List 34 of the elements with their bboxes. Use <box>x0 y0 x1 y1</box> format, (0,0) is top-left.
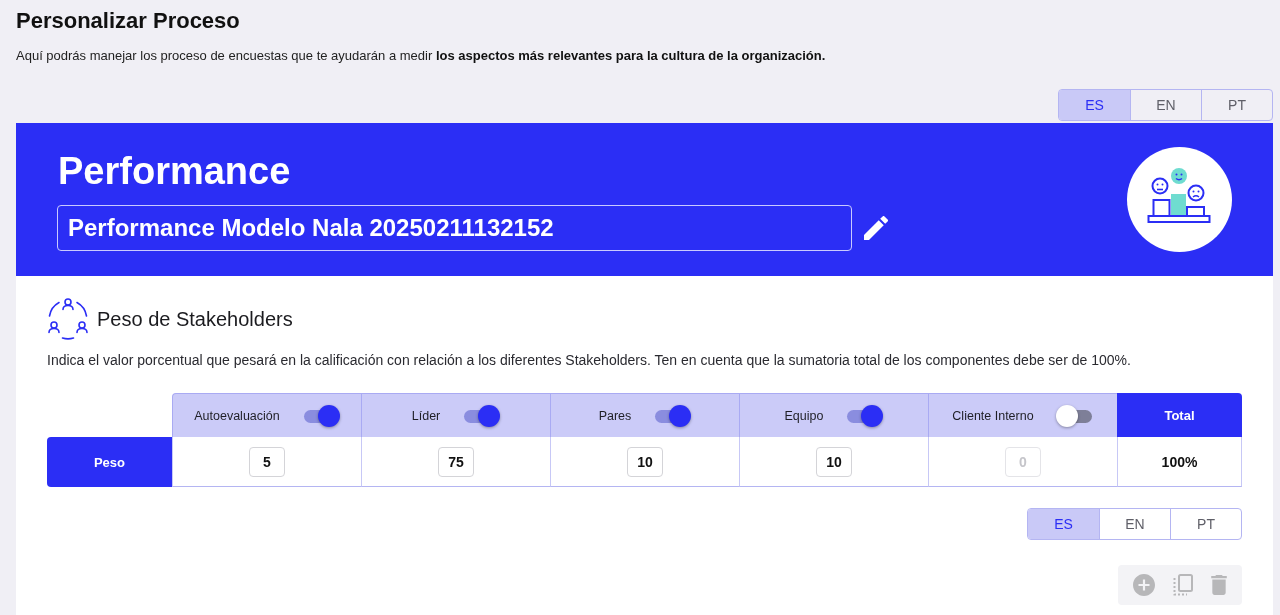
edit-button[interactable] <box>864 215 888 240</box>
toggle-switch[interactable] <box>653 404 692 427</box>
people-circle-icon <box>47 297 89 340</box>
toggle-switch[interactable] <box>1055 404 1094 427</box>
column-label: Cliente Interno <box>952 408 1034 423</box>
column-label: Equipo <box>784 408 824 423</box>
toggle-switch[interactable] <box>845 404 884 427</box>
column-label: Autoevaluación <box>194 408 280 423</box>
language-tab[interactable]: PT <box>1170 509 1241 539</box>
weight-field[interactable]: 10 <box>816 446 852 477</box>
toggle-switch[interactable] <box>462 404 501 427</box>
trash-icon <box>1211 575 1227 595</box>
column-label: Pares <box>598 408 632 423</box>
weight-field[interactable]: 5 <box>249 446 285 477</box>
process-name-field[interactable]: Performance Modelo Nala 20250211132152 <box>57 204 852 251</box>
total-header: Total <box>1117 393 1242 437</box>
section-description: Indica el valor porcentual que pesará en la calificación con relación a los diferentes Stakeholders. Ten en cuenta que la sumatoria total de los componentes debe ser de 100%. <box>47 351 1132 370</box>
weight-field[interactable]: 10 <box>627 446 663 477</box>
banner-title: Performance <box>58 148 292 193</box>
section-title: Peso de Stakeholders <box>97 306 293 331</box>
total-cell: 100% <box>1117 437 1242 487</box>
language-tab[interactable]: EN <box>1099 509 1170 539</box>
weight-field[interactable]: 75 <box>438 446 474 477</box>
language-tab[interactable]: ES <box>1059 90 1130 120</box>
pencil-icon <box>864 215 888 240</box>
page-title: Personalizar Proceso <box>16 8 241 34</box>
page-description: Aquí podrás manejar los proceso de encuestas que te ayudarán a medir los aspectos más relevantes para la cultura de la organización. <box>16 47 827 65</box>
language-tab[interactable]: ES <box>1028 509 1099 539</box>
copy-icon <box>1173 574 1193 596</box>
language-tab[interactable]: EN <box>1130 90 1201 120</box>
column-label: Líder <box>411 408 441 423</box>
row-header: Peso <box>47 437 172 487</box>
language-tab[interactable]: PT <box>1201 90 1272 120</box>
podium-faces-icon <box>1127 147 1232 252</box>
